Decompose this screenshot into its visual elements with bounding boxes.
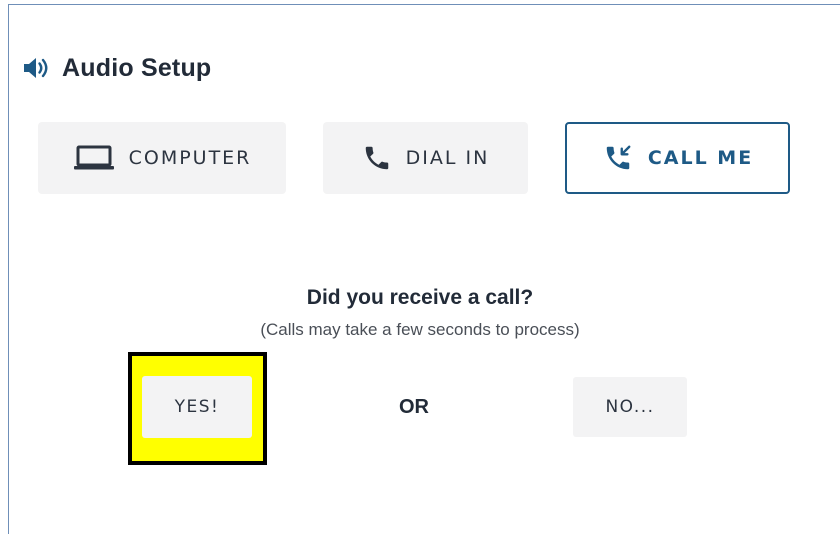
- tab-call-me-label: CALL ME: [647, 147, 754, 169]
- call-note: (Calls may take a few seconds to process…: [260, 320, 580, 339]
- tab-call-me[interactable]: CALL ME: [565, 122, 790, 194]
- speaker-icon: [22, 54, 50, 82]
- or-separator: OR: [399, 396, 429, 418]
- call-question: Did you receive a call?: [306, 286, 534, 309]
- tab-dial-in-label: DIAL IN: [405, 147, 490, 169]
- tab-computer-label: COMPUTER: [128, 147, 252, 169]
- tab-computer[interactable]: COMPUTER: [38, 122, 286, 194]
- yes-button[interactable]: YES!: [142, 376, 252, 438]
- laptop-icon: [73, 144, 115, 172]
- tab-dial-in[interactable]: DIAL IN: [323, 122, 528, 194]
- phone-icon: [362, 143, 392, 173]
- page-title: Audio Setup: [62, 53, 212, 82]
- phone-incoming-icon: [602, 143, 634, 173]
- no-button[interactable]: NO...: [573, 377, 687, 437]
- audio-setup-header: Audio Setup: [22, 50, 211, 86]
